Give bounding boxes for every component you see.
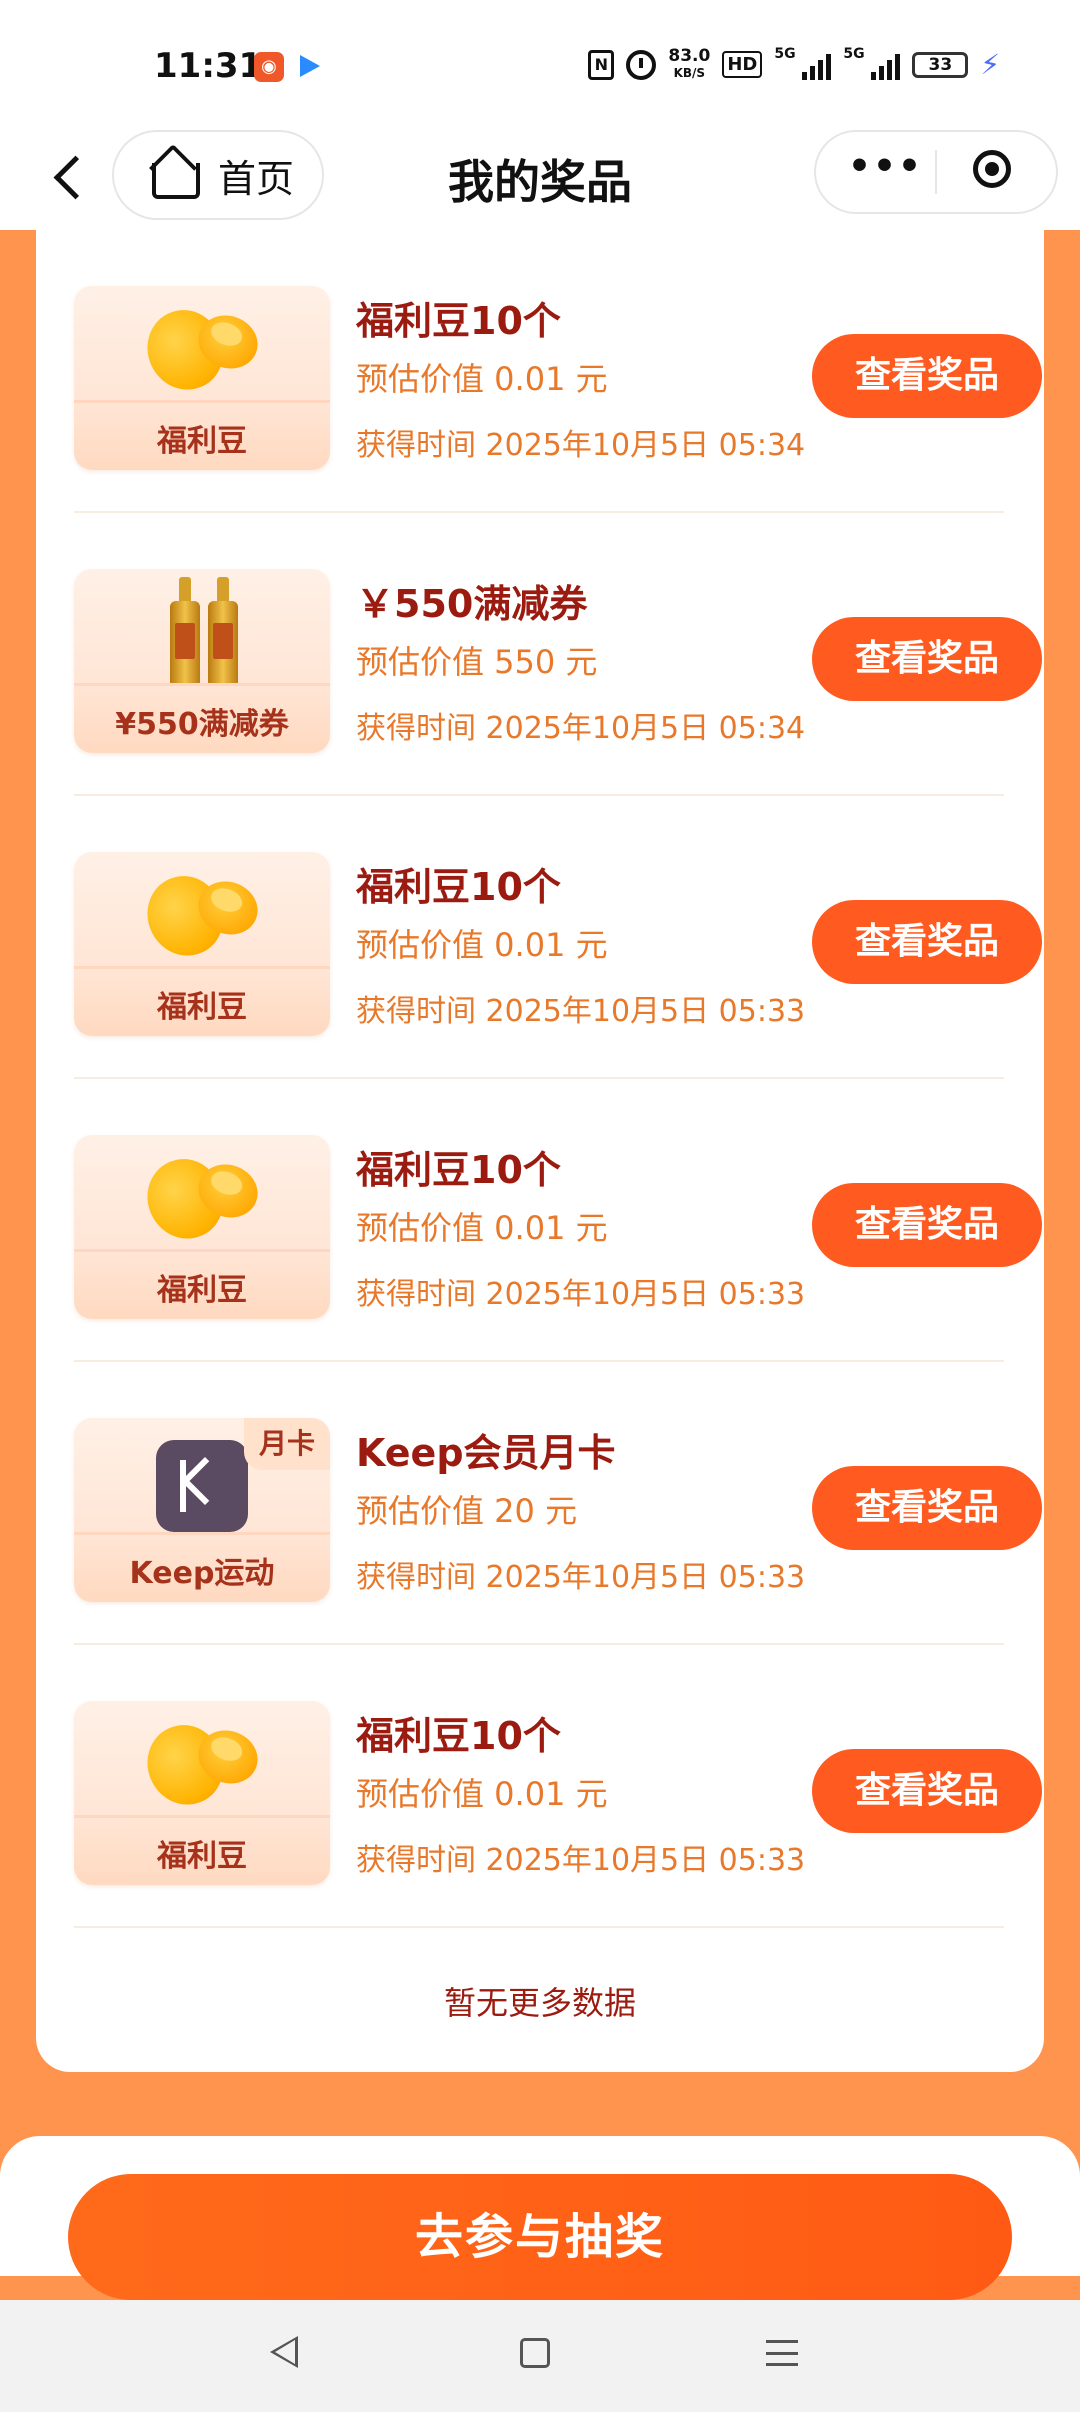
- list-end-text: 暂无更多数据: [443, 1984, 636, 2022]
- signal-icon-1: 5G: [774, 46, 832, 80]
- welfare-bean-icon: [137, 1715, 266, 1815]
- view-prize-button[interactable]: 查看奖品: [812, 334, 1042, 418]
- keep-logo-icon: [156, 1440, 248, 1532]
- prize-time: 获得时间 2025年10月5日 05:33: [356, 1277, 806, 1312]
- prize-time: 获得时间 2025年10月5日 05:33: [356, 1560, 806, 1595]
- app-notification-icon: ◉: [254, 52, 284, 82]
- prize-thumbnail: 福利豆: [74, 1701, 330, 1885]
- prize-thumbnail: ¥550满减券: [74, 569, 330, 753]
- prize-time: 获得时间 2025年10月5日 05:34: [356, 428, 806, 463]
- hd-icon: HD: [722, 51, 763, 78]
- join-lottery-button[interactable]: 去参与抽奖: [68, 2174, 1012, 2300]
- view-prize-button[interactable]: 查看奖品: [812, 617, 1042, 701]
- nav-home-icon[interactable]: [520, 2338, 550, 2368]
- status-time: 11:31: [154, 46, 263, 86]
- welfare-bean-icon: [137, 866, 266, 966]
- prize-value: 预估价值 0.01 元: [356, 360, 608, 398]
- status-icons: N 83.0 KB/S HD 5G 5G 33 ⚡: [588, 46, 1000, 81]
- prize-row: 福利豆 福利豆10个 预估价值 0.01 元 获得时间 2025年10月5日 0…: [74, 796, 1042, 1079]
- prize-name: Keep会员月卡: [356, 1431, 616, 1475]
- title-bar: 首页 我的奖品: [0, 130, 1080, 230]
- prize-value: 预估价值 20 元: [356, 1492, 578, 1530]
- prize-thumbnail: 福利豆: [74, 1135, 330, 1319]
- thumbnail-label: 福利豆: [157, 424, 247, 459]
- signal-label-2: 5G: [843, 45, 865, 62]
- prize-value: 预估价值 0.01 元: [356, 926, 608, 964]
- status-bar: 11:31 ◉ N 83.0 KB/S HD 5G 5G 33 ⚡: [0, 0, 1080, 130]
- miniapp-capsule: [814, 130, 1058, 214]
- charging-icon: ⚡: [980, 48, 1000, 81]
- prize-row: 福利豆 福利豆10个 预估价值 0.01 元 获得时间 2025年10月5日 0…: [74, 1079, 1042, 1362]
- battery-icon: 33: [912, 51, 969, 78]
- prize-time: 获得时间 2025年10月5日 05:33: [356, 994, 806, 1029]
- thumbnail-label: Keep运动: [129, 1556, 275, 1591]
- prize-time: 获得时间 2025年10月5日 05:33: [356, 1843, 806, 1878]
- prize-row: 福利豆 福利豆10个 预估价值 0.01 元 获得时间 2025年10月5日 0…: [74, 1645, 1042, 1928]
- alarm-icon: [626, 49, 657, 80]
- prize-thumbnail: 福利豆: [74, 286, 330, 470]
- page: 11:31 ◉ N 83.0 KB/S HD 5G 5G 33 ⚡ 首页 我的奖…: [0, 0, 1080, 2412]
- prize-time: 获得时间 2025年10月5日 05:34: [356, 711, 806, 746]
- thumbnail-label: 福利豆: [157, 1273, 247, 1308]
- prize-list-card: 福利豆 福利豆10个 预估价值 0.01 元 获得时间 2025年10月5日 0…: [36, 230, 1044, 2072]
- liquor-bottles-icon: [162, 577, 246, 687]
- app-notification-icon-2: [300, 55, 320, 77]
- nav-back-icon[interactable]: [270, 2336, 298, 2368]
- prize-thumbnail: 月卡 Keep运动: [74, 1418, 330, 1602]
- prize-name: 福利豆10个: [356, 1714, 561, 1758]
- prize-value: 预估价值 550 元: [356, 643, 598, 681]
- prize-row: ¥550满减券 ￥550满减券 预估价值 550 元 获得时间 2025年10月…: [74, 513, 1042, 796]
- view-prize-button[interactable]: 查看奖品: [812, 1183, 1042, 1267]
- month-card-tag: 月卡: [244, 1418, 330, 1470]
- prize-value: 预估价值 0.01 元: [356, 1775, 608, 1813]
- view-prize-button[interactable]: 查看奖品: [812, 1749, 1042, 1833]
- thumbnail-label: 福利豆: [157, 990, 247, 1025]
- prize-name: 福利豆10个: [356, 299, 561, 343]
- prize-row: 福利豆 福利豆10个 预估价值 0.01 元 获得时间 2025年10月5日 0…: [74, 230, 1042, 513]
- prize-name: ￥550满减券: [356, 582, 588, 626]
- signal-label-1: 5G: [774, 45, 796, 62]
- net-speed-unit: KB/S: [673, 66, 706, 80]
- net-speed-value: 83.0: [668, 46, 711, 66]
- thumbnail-label: 福利豆: [157, 1839, 247, 1874]
- view-prize-button[interactable]: 查看奖品: [812, 1466, 1042, 1550]
- nav-recents-icon[interactable]: [766, 2340, 798, 2366]
- system-nav-bar: [0, 2300, 1080, 2412]
- net-speed: 83.0 KB/S: [668, 48, 710, 81]
- welfare-bean-icon: [137, 300, 266, 400]
- prize-value: 预估价值 0.01 元: [356, 1209, 608, 1247]
- nfc-icon: N: [588, 49, 615, 80]
- close-miniapp-icon[interactable]: [937, 132, 1056, 212]
- welfare-bean-icon: [137, 1149, 266, 1249]
- prize-row: 月卡 Keep运动 Keep会员月卡 预估价值 20 元 获得时间 2025年1…: [74, 1362, 1042, 1645]
- prize-name: 福利豆10个: [356, 865, 561, 909]
- view-prize-button[interactable]: 查看奖品: [812, 900, 1042, 984]
- thumbnail-label: ¥550满减券: [115, 707, 289, 742]
- more-options-icon[interactable]: [816, 132, 935, 212]
- prize-thumbnail: 福利豆: [74, 852, 330, 1036]
- prize-name: 福利豆10个: [356, 1148, 561, 1192]
- signal-icon-2: 5G: [843, 46, 901, 80]
